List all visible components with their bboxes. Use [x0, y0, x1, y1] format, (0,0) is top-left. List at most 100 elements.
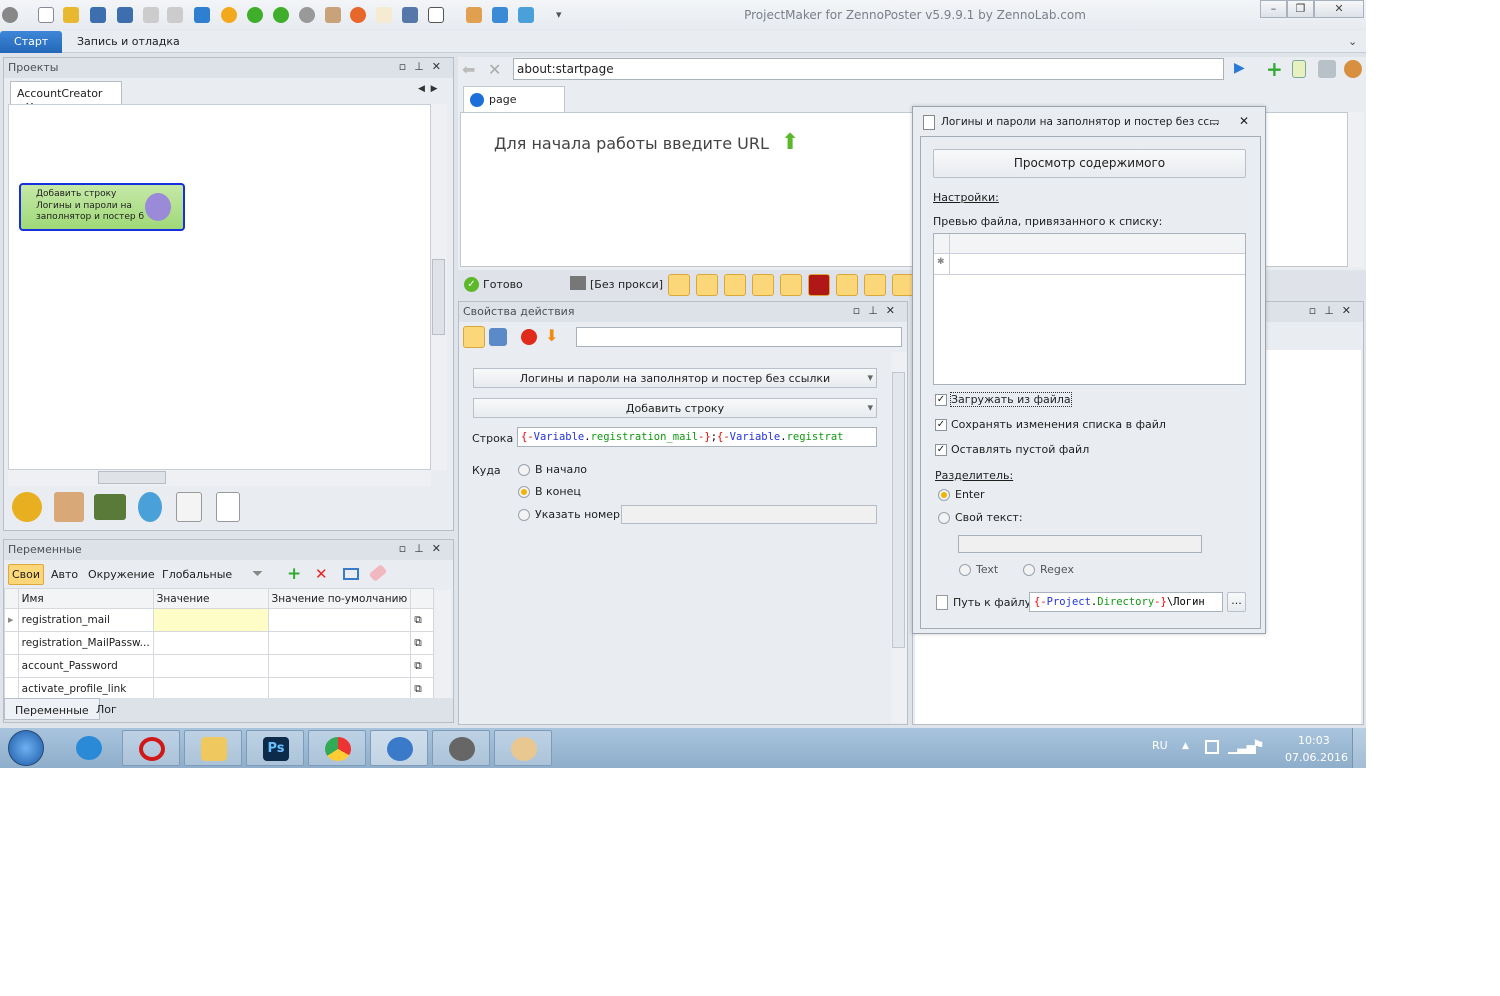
breakpoint-icon[interactable]	[521, 329, 537, 345]
radio-text-mode[interactable]: Text	[959, 563, 998, 576]
radio-enter[interactable]: Enter	[938, 488, 985, 501]
view-content-button[interactable]: Просмотр содержимого	[933, 149, 1246, 178]
var-name[interactable]: registration_mail	[17, 608, 154, 632]
column-header[interactable]: Имя	[17, 588, 154, 609]
column-header[interactable]: Значение по-умолчанию	[267, 588, 412, 609]
save-icon[interactable]	[90, 7, 106, 23]
chalkboard-icon[interactable]	[94, 494, 126, 520]
check-keep-empty[interactable]: ✓ Оставлять пустой файл	[935, 443, 1089, 456]
filter-own[interactable]: Свои	[8, 564, 45, 585]
show-desktop-button[interactable]	[1352, 728, 1366, 768]
radio-number[interactable]: Указать номер	[518, 508, 620, 521]
browse-button[interactable]: ...	[1227, 592, 1246, 612]
frames-toggle-icon[interactable]	[696, 274, 718, 296]
copy-icon[interactable]: ⧉	[410, 631, 434, 655]
var-default[interactable]	[267, 608, 412, 632]
popup-toggle-icon[interactable]	[836, 274, 858, 296]
add-icon[interactable]: +	[287, 564, 301, 584]
path-input[interactable]: {-Project.Directory-}\Логин	[1029, 592, 1223, 612]
canvas-vscrollbar[interactable]	[431, 104, 447, 470]
taskbar-ie[interactable]	[60, 730, 118, 766]
table-icon[interactable]	[176, 492, 202, 522]
flash-toggle-icon[interactable]	[808, 274, 830, 296]
add-icon[interactable]: +	[1266, 57, 1283, 81]
tab-scroll-arrows[interactable]: ◀ ▶	[418, 84, 438, 94]
radio-custom-text[interactable]: Свой текст:	[938, 511, 1023, 524]
properties-scrollbar[interactable]	[891, 352, 907, 723]
taskbar-chrome[interactable]	[308, 730, 366, 766]
play-debug-icon[interactable]	[273, 7, 289, 23]
clock-date[interactable]: 07.06.2016	[1285, 751, 1348, 764]
taskbar-photoshop[interactable]: Ps	[246, 730, 304, 766]
tab-variables[interactable]: Переменные	[4, 698, 100, 720]
chart-icon[interactable]	[402, 7, 418, 23]
start-button[interactable]	[8, 730, 44, 766]
action-select[interactable]: Добавить строку ▾	[473, 398, 877, 418]
restore-button[interactable]: ❐	[1287, 0, 1314, 18]
redo-icon[interactable]	[167, 7, 183, 23]
taskbar-explorer[interactable]	[184, 730, 242, 766]
gears-icon[interactable]	[12, 492, 42, 522]
action-node[interactable]: Добавить строку Логины и пароли на запол…	[19, 183, 185, 231]
eraser-icon[interactable]	[368, 564, 388, 582]
windows-flag-icon[interactable]	[1205, 740, 1219, 754]
copy-icon[interactable]: ⧉	[410, 654, 434, 678]
radio-end[interactable]: В конец	[518, 485, 581, 498]
properties-view-icon[interactable]	[463, 326, 485, 348]
variables-scrollbar[interactable]	[435, 590, 451, 698]
taskbar-opera[interactable]	[122, 730, 180, 766]
language-indicator[interactable]: RU	[1152, 739, 1168, 752]
images-toggle-icon[interactable]	[668, 274, 690, 296]
filter-environment[interactable]: Окружение	[88, 568, 155, 581]
robot-icon[interactable]	[518, 7, 534, 23]
panel-controls[interactable]: ▫⊥✕	[399, 60, 449, 73]
list-icon[interactable]	[216, 492, 240, 522]
tab-log[interactable]: Лог	[96, 703, 117, 716]
preview-grid[interactable]: ✱	[933, 233, 1246, 385]
browser-tab[interactable]: page	[463, 86, 565, 113]
panel-controls[interactable]: ▫⊥✕	[399, 542, 449, 555]
check-load-from-file[interactable]: ✓ Загружать из файла	[935, 392, 1072, 407]
panel-controls[interactable]: ▫⊥✕	[1309, 304, 1359, 317]
grid-new-row[interactable]: ✱	[934, 254, 1245, 275]
firefox-icon[interactable]	[350, 7, 366, 23]
var-default[interactable]	[267, 631, 412, 655]
database-icon[interactable]	[1318, 60, 1336, 78]
filter-global[interactable]: Глобальные	[162, 568, 232, 581]
save-all-icon[interactable]	[117, 7, 133, 23]
browser-scrollbar[interactable]	[1348, 112, 1364, 267]
url-input[interactable]: about:startpage	[513, 58, 1224, 80]
tray-expand-icon[interactable]: ▲	[1182, 741, 1189, 751]
dock-icon[interactable]: ▭	[1209, 115, 1219, 128]
tab-start[interactable]: Старт	[0, 31, 63, 53]
clock-time[interactable]: 10:03	[1298, 734, 1330, 747]
minimize-button[interactable]: –	[1260, 0, 1287, 18]
var-name[interactable]: account_Password	[17, 654, 154, 678]
radio-start[interactable]: В начало	[518, 463, 587, 476]
taskbar-paint[interactable]	[494, 730, 552, 766]
table-row[interactable]: account_Password ⧉	[4, 654, 434, 678]
table-row[interactable]: ▶ registration_mail ⧉	[4, 608, 434, 632]
var-default[interactable]	[267, 654, 412, 678]
customize-toolbar-icon[interactable]: ▾	[556, 8, 562, 21]
action-center-flag-icon[interactable]: ⚑	[1252, 738, 1265, 754]
arrow-down-icon[interactable]: ⬇	[545, 326, 558, 345]
dialog-close-icon[interactable]: ✕	[1239, 114, 1249, 128]
new-file-icon[interactable]	[38, 7, 54, 23]
notes-icon[interactable]	[1292, 60, 1306, 78]
robot-icon[interactable]	[138, 492, 162, 522]
mail-icon[interactable]	[376, 7, 392, 23]
action-search-input[interactable]	[576, 327, 902, 347]
play-icon[interactable]	[247, 7, 263, 23]
window-icon[interactable]	[428, 7, 444, 23]
plugins-toggle-icon[interactable]	[864, 274, 886, 296]
number-input[interactable]	[621, 505, 877, 524]
funnel-icon[interactable]: ⏷	[252, 566, 263, 582]
user-icon[interactable]	[325, 7, 341, 23]
string-input[interactable]: {-Variable.registration_mail-};{-Variabl…	[517, 427, 877, 447]
var-name[interactable]: registration_MailPassw...	[17, 631, 154, 655]
copy-icon[interactable]: ⧉	[410, 608, 434, 632]
event-view-icon[interactable]	[489, 328, 507, 346]
back-icon[interactable]: ⬅	[462, 60, 475, 79]
ribbon-collapse-icon[interactable]: ⌄	[1348, 35, 1357, 48]
